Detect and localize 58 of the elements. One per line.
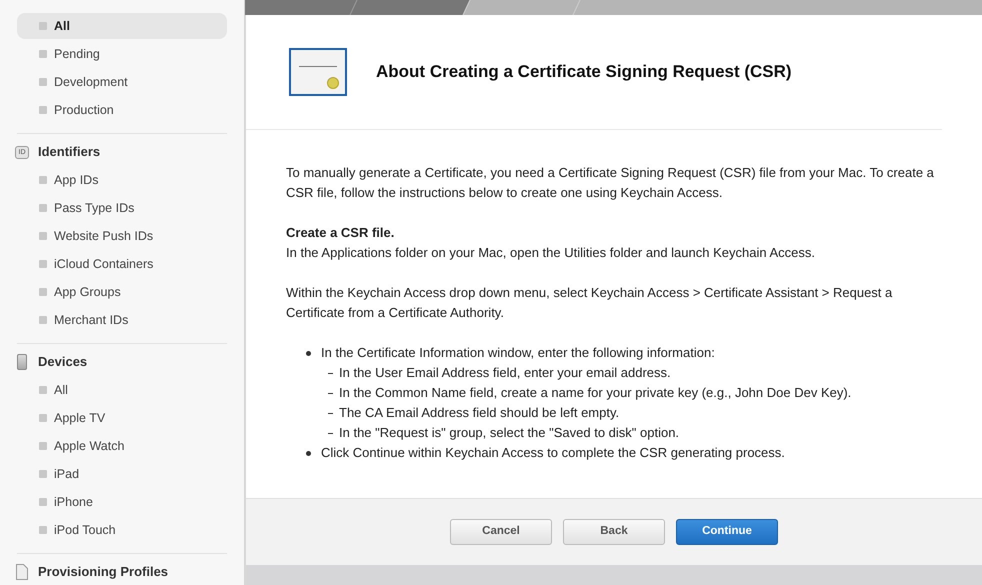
list-item: Click Continue within Keychain Access to complete the CSR generating process. [321, 444, 785, 462]
bullet-icon [39, 106, 47, 114]
bullet-icon [39, 470, 47, 478]
secondary-button[interactable]: Cancel [450, 519, 552, 545]
tablet-icon [17, 354, 27, 370]
paragraph: Within the Keychain Access drop down menu, select Keychain Access > Certificate Assistant > Request a Certificate from a Certificate Authority. [286, 284, 894, 322]
bullet-icon [39, 414, 47, 422]
sidebar-item[interactable]: Production [17, 97, 227, 123]
sidebar-item[interactable]: All [17, 377, 227, 403]
secondary-button[interactable]: Back [563, 519, 665, 545]
bullet-icon [39, 526, 47, 534]
list-item: In the Common Name field, create a name for your private key (e.g., John Doe Dev Key). [339, 384, 852, 402]
dialog-title: About Creating a Certificate Signing Request (CSR) [376, 61, 792, 84]
list-item: In the "Request is" group, select the "Saved to disk" option. [339, 424, 680, 442]
list-item: The CA Email Address field should be left empty. [339, 404, 620, 422]
sidebar-item[interactable]: iCloud Containers [17, 251, 227, 277]
bullet-icon [306, 351, 311, 356]
continue-button[interactable]: Continue [676, 519, 778, 545]
bullet-icon [306, 451, 311, 456]
list-item: In the User Email Address field, enter your email address. [339, 364, 671, 382]
bullet-icon [39, 386, 47, 394]
sidebar-item[interactable]: iPad [17, 461, 227, 487]
bullet-icon [39, 442, 47, 450]
bullet-icon [39, 50, 47, 58]
sidebar-item[interactable]: Pass Type IDs [17, 195, 227, 221]
dash-icon [328, 393, 333, 394]
document-icon [16, 564, 28, 580]
section-heading: Identifiers [38, 143, 100, 162]
section-heading: Devices [38, 353, 88, 372]
sidebar-item[interactable]: App IDs [17, 167, 227, 193]
bullet-icon [39, 176, 47, 184]
sidebar-item[interactable]: iPhone [17, 489, 227, 515]
bullet-icon [39, 22, 47, 30]
sidebar-item[interactable]: Merchant IDs [17, 307, 227, 333]
dash-icon [328, 373, 333, 374]
sidebar-item[interactable]: Development [17, 69, 227, 95]
paragraph: In the Applications folder on your Mac, open the Utilities folder and launch Keychain Access. [286, 244, 816, 262]
paragraph: To manually generate a Certificate, you need a Certificate Signing Request (CSR) file from your Mac. To create a CSR file, follow the instructions below to create one using Keychain Access. [286, 164, 935, 202]
certificate-icon [289, 48, 347, 96]
bullet-icon [39, 316, 47, 324]
dash-icon [328, 413, 333, 414]
dash-icon [328, 433, 333, 434]
section-heading: Provisioning Profiles [38, 563, 168, 582]
bullet-icon [39, 260, 47, 268]
list-item: In the Certificate Information window, enter the following information: [321, 344, 715, 362]
sidebar-item[interactable]: All [17, 13, 227, 39]
sidebar-item[interactable]: Website Push IDs [17, 223, 227, 249]
subheading: Create a CSR file. [286, 224, 396, 242]
sidebar-item[interactable]: Apple TV [17, 405, 227, 431]
bullet-icon [39, 78, 47, 86]
sidebar-item[interactable]: Apple Watch [17, 433, 227, 459]
bullet-icon [39, 232, 47, 240]
sidebar-item[interactable]: iPod Touch [17, 517, 227, 543]
bullet-icon [39, 288, 47, 296]
sidebar-item[interactable]: Pending [17, 41, 227, 67]
bullet-icon [39, 204, 47, 212]
sidebar-item[interactable]: App Groups [17, 279, 227, 305]
bullet-icon [39, 498, 47, 506]
